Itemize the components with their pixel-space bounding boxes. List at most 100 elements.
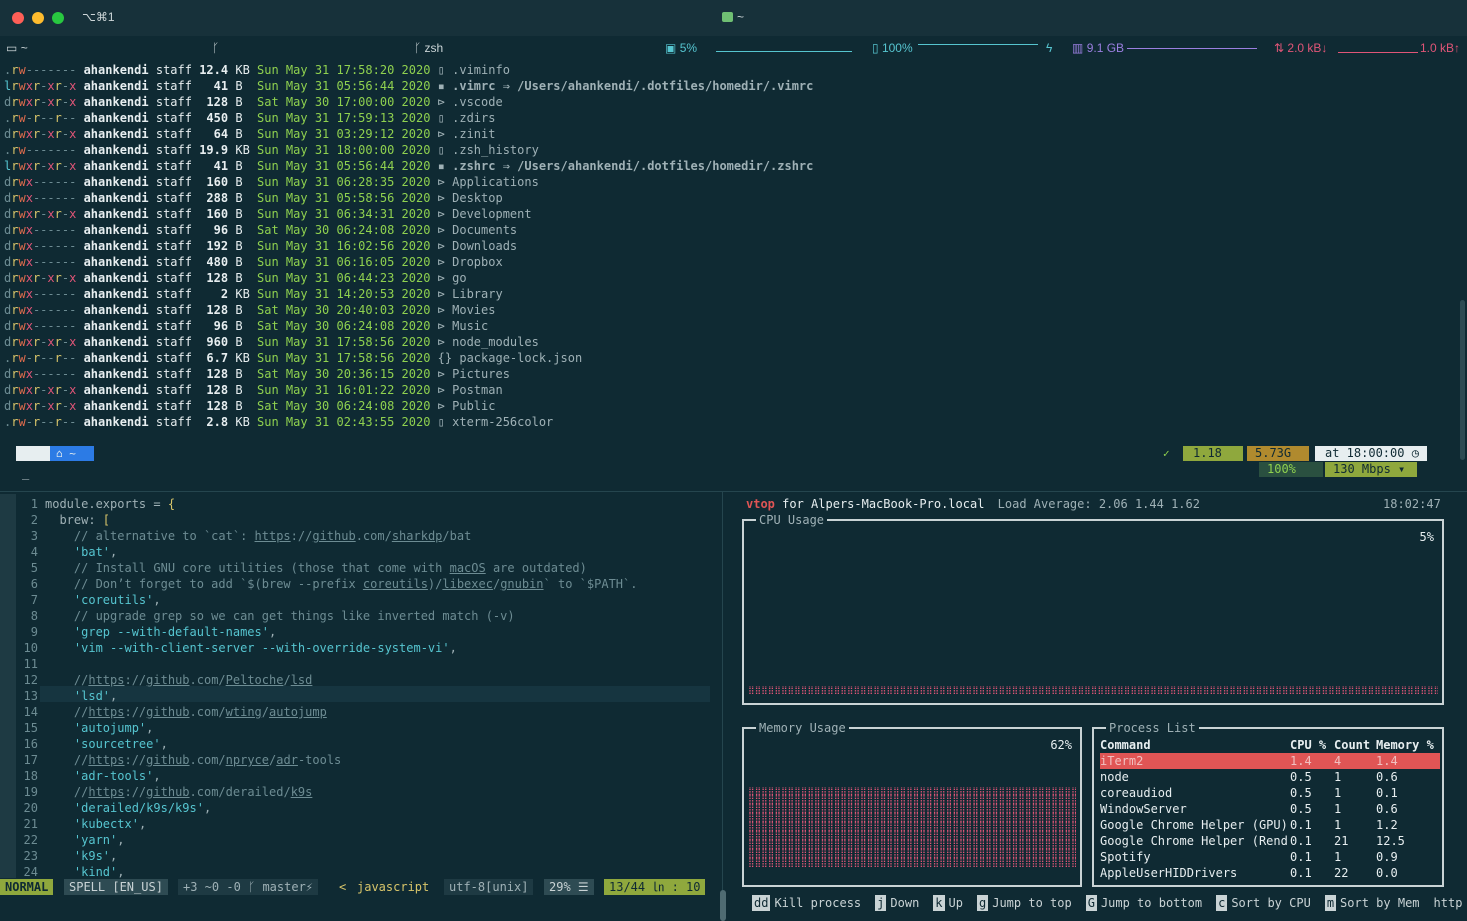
process-row[interactable]: Google Chrome Helper (GPU) 0.1 1 1.2 bbox=[1100, 817, 1440, 833]
code-line[interactable]: 'derailed/k9s/k9s', bbox=[45, 800, 211, 816]
owner: ahankendi bbox=[83, 63, 149, 77]
code-line[interactable]: 'sourcetree', bbox=[45, 736, 168, 752]
cpu-component[interactable]: ▣ 5% bbox=[665, 41, 697, 55]
code-line[interactable]: 'k9s', bbox=[45, 848, 117, 864]
minimize-window-button[interactable] bbox=[32, 12, 44, 24]
code-line[interactable]: //https://github.com/wting/autojump bbox=[45, 704, 327, 720]
group: staff bbox=[155, 367, 192, 381]
zoom-window-button[interactable] bbox=[52, 12, 64, 24]
modified-date: Sun May 31 06:16:05 2020 bbox=[257, 255, 431, 269]
permissions: drwx------ bbox=[4, 303, 77, 317]
code-line[interactable]: //https://github.com/npryce/adr-tools bbox=[45, 752, 341, 768]
battery-component[interactable]: ▯ 100% bbox=[872, 41, 913, 55]
cpu-usage-label: CPU Usage bbox=[756, 512, 828, 528]
code-line[interactable]: 'adr-tools', bbox=[45, 768, 161, 784]
pane-divider-horizontal[interactable] bbox=[0, 491, 1467, 492]
listing-row: lrwxr-xr-x ahankendi staff 41 B Sun May … bbox=[4, 78, 813, 94]
code-line[interactable]: //https://github.com/derailed/k9s bbox=[45, 784, 312, 800]
process-row[interactable]: Google Chrome Helper (Rend 0.1 21 12.5 bbox=[1100, 833, 1440, 849]
size-unit: B bbox=[235, 399, 250, 413]
cwd-component[interactable]: ▭ ~ bbox=[6, 41, 28, 55]
line-number: 7 bbox=[30, 593, 38, 607]
code-line[interactable]: 'kind', bbox=[45, 864, 125, 880]
memory-component[interactable]: ▥ 9.1 GB bbox=[1072, 41, 1124, 55]
file-name: package-lock.json bbox=[459, 351, 583, 365]
process-table[interactable]: Command CPU % Count Memory % iTerm2 1.4 4 1… bbox=[1100, 737, 1440, 881]
listing-row: .rw------- ahankendi staff 12.4 KB Sun M… bbox=[4, 62, 813, 78]
network-component[interactable]: ⇅ 2.0 kB↓ bbox=[1274, 41, 1327, 55]
code-line[interactable]: brew: [ bbox=[45, 512, 110, 528]
keybinding-label: Sort by Mem bbox=[1340, 896, 1420, 910]
owner: ahankendi bbox=[83, 239, 149, 253]
process-row[interactable]: Spotify 0.1 1 0.9 bbox=[1100, 849, 1440, 865]
size-unit: B bbox=[235, 335, 250, 349]
keybinding-label: Kill process bbox=[774, 896, 862, 910]
line-number: 24 bbox=[23, 865, 38, 879]
code-line[interactable]: 'grep --with-default-names', bbox=[45, 624, 276, 640]
cwd-text: ~ bbox=[20, 41, 28, 55]
code-line[interactable]: // alternative to `cat`: https://github.… bbox=[45, 528, 471, 544]
close-window-button[interactable] bbox=[12, 12, 24, 24]
code-line[interactable]: 'coreutils', bbox=[45, 592, 161, 608]
process-command: node bbox=[1100, 770, 1129, 784]
file-name: Postman bbox=[452, 383, 503, 397]
file-name: .zshrc bbox=[452, 159, 496, 173]
owner: ahankendi bbox=[83, 175, 149, 189]
network-icon: ⇅ bbox=[1274, 41, 1285, 55]
listing-row: .rw-r--r-- ahankendi staff 6.7 KB Sun Ma… bbox=[4, 350, 813, 366]
code-line[interactable]: module.exports = { bbox=[45, 496, 175, 512]
size: 41 bbox=[199, 159, 229, 173]
modified-date: Sun May 31 06:28:35 2020 bbox=[257, 175, 431, 189]
owner: ahankendi bbox=[83, 303, 149, 317]
line-number: 9 bbox=[30, 625, 38, 639]
pane-divider-vertical[interactable] bbox=[722, 492, 723, 921]
keybinding-label: Jump to top bbox=[992, 896, 1072, 910]
vim-editor-pane[interactable]: 1 module.exports = {2 brew: [3 // alterna… bbox=[0, 494, 718, 880]
memory-usage-label: Memory Usage bbox=[756, 720, 849, 736]
wifi-icon: ▾ bbox=[1398, 462, 1406, 476]
memory-text: 9.1 GB bbox=[1086, 41, 1125, 55]
process-row[interactable]: iTerm2 1.4 4 1.4 bbox=[1100, 753, 1440, 769]
line-number: 8 bbox=[30, 609, 38, 623]
process-list-box[interactable]: Process List Command CPU % Count Memory … bbox=[1092, 720, 1444, 887]
terminal-scrollbar[interactable] bbox=[1460, 300, 1465, 460]
permissions: .rw-r--r-- bbox=[4, 351, 77, 365]
code-line[interactable]: 'yarn', bbox=[45, 832, 125, 848]
process-row[interactable]: coreaudiod 0.5 1 0.1 bbox=[1100, 785, 1440, 801]
code-line[interactable]: // upgrade grep so we can get things lik… bbox=[45, 608, 515, 624]
size: 128 bbox=[199, 95, 229, 109]
code-line[interactable]: 'bat', bbox=[45, 544, 117, 560]
process-count: 1 bbox=[1334, 786, 1342, 800]
code-line[interactable]: // Install GNU core utilities (those tha… bbox=[45, 560, 587, 576]
code-line[interactable]: 'lsd', bbox=[45, 688, 117, 704]
footer-tail: http bbox=[1433, 896, 1463, 910]
folder-icon: ⊳ bbox=[437, 207, 445, 221]
vtop-host: for Alpers-MacBook-Pro.local bbox=[782, 497, 985, 511]
modified-date: Sun May 31 17:59:13 2020 bbox=[257, 111, 431, 125]
code-line[interactable]: 'kubectx', bbox=[45, 816, 146, 832]
json-icon: {} bbox=[437, 351, 453, 365]
line-number: 14 bbox=[23, 705, 38, 719]
modified-date: Sat May 30 20:40:03 2020 bbox=[257, 303, 431, 317]
line-number: 12 bbox=[23, 673, 38, 687]
owner: ahankendi bbox=[83, 79, 149, 93]
size: 12.4 bbox=[199, 63, 229, 77]
shell-component[interactable]: ᚴ zsh bbox=[414, 41, 443, 55]
process-row[interactable]: AppleUserHIDDrivers 0.1 22 0.0 bbox=[1100, 865, 1440, 881]
vim-git-status: +3 ~0 -0 ᚴ master⚡ bbox=[178, 879, 319, 895]
vtop-pane: vtop for Alpers-MacBook-Pro.local Load A… bbox=[740, 494, 1462, 921]
size: 128 bbox=[199, 271, 229, 285]
apple-icon bbox=[16, 446, 50, 461]
size-unit: B bbox=[235, 255, 250, 269]
file-name: Library bbox=[452, 287, 503, 301]
size-unit: B bbox=[235, 271, 250, 285]
editor-scrollbar[interactable] bbox=[720, 890, 726, 921]
code-line[interactable]: 'autojump', bbox=[45, 720, 153, 736]
process-command: coreaudiod bbox=[1100, 786, 1173, 800]
code-line[interactable]: 'vim --with-client-server --with-overrid… bbox=[45, 640, 457, 656]
code-line[interactable]: //https://github.com/Peltoche/lsd bbox=[45, 672, 312, 688]
code-line[interactable]: // Don’t forget to add `$(brew --prefix … bbox=[45, 576, 638, 592]
cursor-line bbox=[40, 686, 710, 702]
process-row[interactable]: WindowServer 0.5 1 0.6 bbox=[1100, 801, 1440, 817]
process-row[interactable]: node 0.5 1 0.6 bbox=[1100, 769, 1440, 785]
